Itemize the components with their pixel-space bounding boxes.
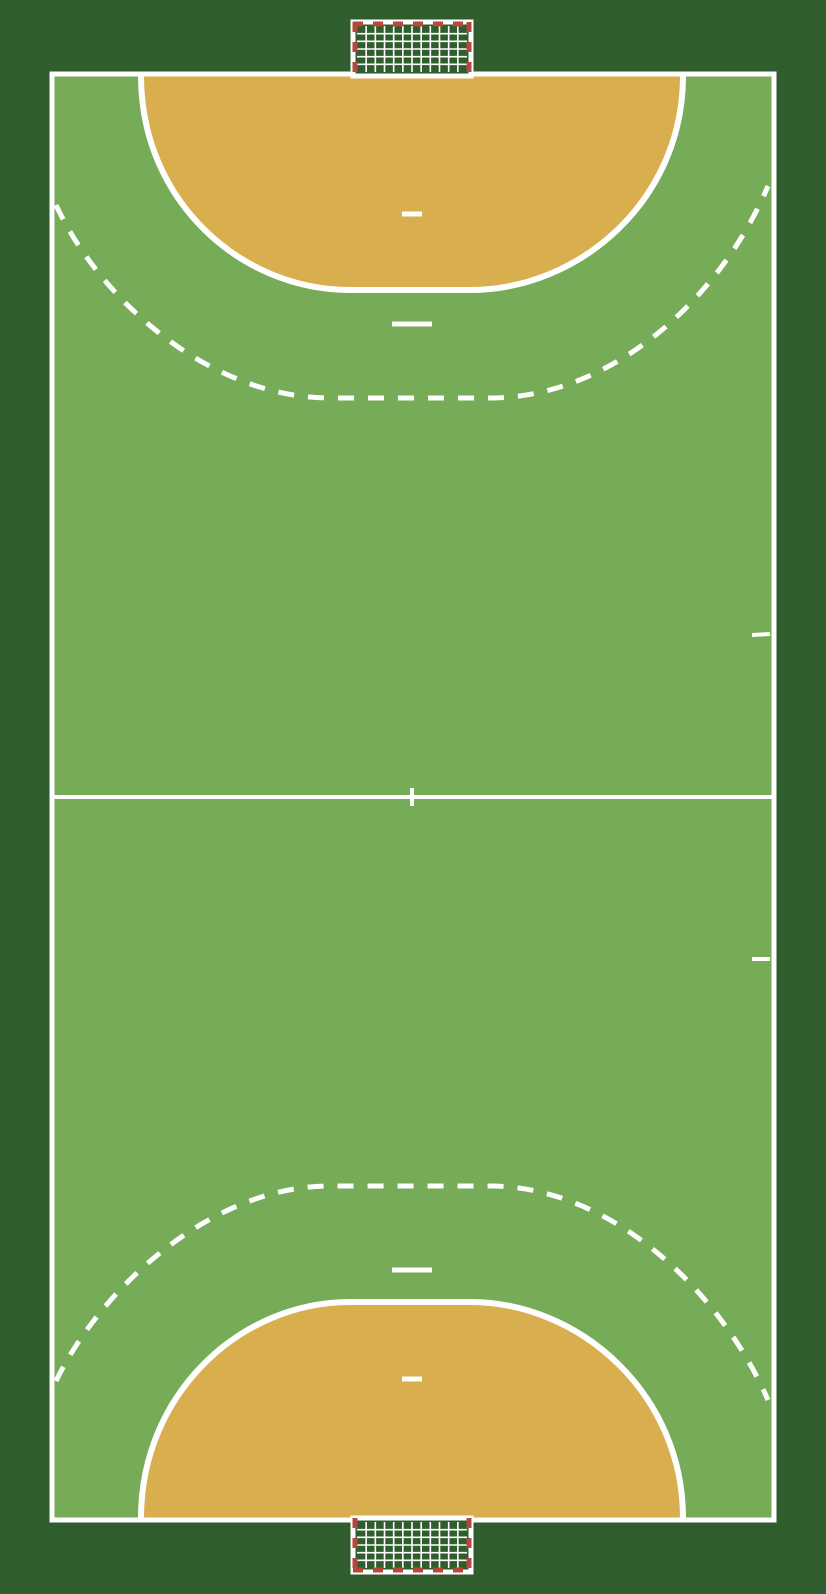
- goal-net-mesh-bottom: [357, 1522, 467, 1568]
- substitution-mark-upper: [751, 632, 771, 637]
- goal-bottom: [350, 1515, 474, 1575]
- goal-net-mesh-top: [357, 26, 467, 72]
- handball-court: [0, 0, 826, 1594]
- goal-top: [350, 19, 474, 79]
